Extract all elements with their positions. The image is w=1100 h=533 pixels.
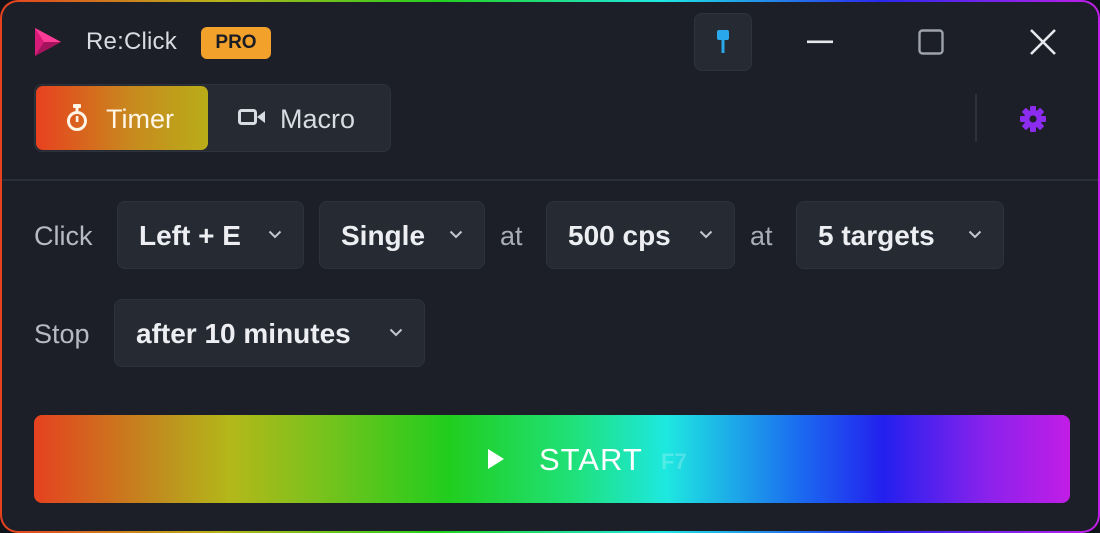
chevron-down-icon <box>968 230 982 239</box>
stopwatch-icon <box>67 104 87 131</box>
close-icon <box>1030 29 1056 55</box>
start-button[interactable]: START F7 <box>34 415 1070 503</box>
mouse-button-value: Left + E <box>139 220 241 251</box>
settings-button[interactable] <box>1012 98 1054 140</box>
chevron-down-icon <box>699 230 713 239</box>
pin-icon <box>717 30 729 53</box>
video-camera-icon <box>238 109 265 125</box>
click-type-dropdown[interactable]: Single <box>319 201 485 269</box>
chevron-down-icon <box>389 328 403 337</box>
at-label: at <box>500 221 523 251</box>
click-rate-value: 500 cps <box>568 220 671 251</box>
mode-switcher: Timer Macro <box>34 84 391 152</box>
window-frame: Re:Click PRO Timer Macro Click Left + E … <box>0 0 1100 533</box>
tab-macro[interactable]: Macro <box>208 86 390 150</box>
maximize-button[interactable] <box>905 18 957 66</box>
title-bar[interactable]: Re:Click PRO <box>2 2 1098 80</box>
stop-condition-value: after 10 minutes <box>136 318 351 349</box>
click-type-value: Single <box>341 220 426 251</box>
close-button[interactable] <box>1017 18 1069 66</box>
tab-timer[interactable]: Timer <box>36 86 208 150</box>
click-rate-dropdown[interactable]: 500 cps <box>546 201 735 269</box>
play-icon <box>488 449 504 469</box>
start-hotkey: F7 <box>661 449 687 474</box>
targets-dropdown[interactable]: 5 targets <box>796 201 1004 269</box>
pin-button[interactable] <box>694 13 752 71</box>
app-title: Re:Click <box>86 28 177 55</box>
stop-condition-dropdown[interactable]: after 10 minutes <box>114 299 425 367</box>
section-divider <box>2 179 1098 181</box>
toolbar-divider <box>975 94 977 142</box>
app-logo-icon <box>35 28 61 56</box>
chevron-down-icon <box>449 230 463 239</box>
app-window: Re:Click PRO Timer Macro Click Left + E … <box>2 2 1098 531</box>
minimize-button[interactable] <box>794 18 846 66</box>
stop-row-label: Stop <box>34 319 90 349</box>
mouse-button-dropdown[interactable]: Left + E <box>117 201 304 269</box>
at-label: at <box>750 221 773 251</box>
minimize-icon <box>807 40 833 44</box>
click-row-label: Click <box>34 221 93 251</box>
gear-icon <box>1020 106 1046 132</box>
maximize-icon <box>918 29 944 55</box>
tab-macro-label: Macro <box>280 104 356 134</box>
tab-timer-label: Timer <box>106 104 174 134</box>
targets-value: 5 targets <box>818 220 935 251</box>
pro-badge: PRO <box>201 27 271 59</box>
chevron-down-icon <box>268 230 282 239</box>
start-button-content: START F7 <box>34 415 1070 503</box>
start-label: START <box>539 442 643 477</box>
